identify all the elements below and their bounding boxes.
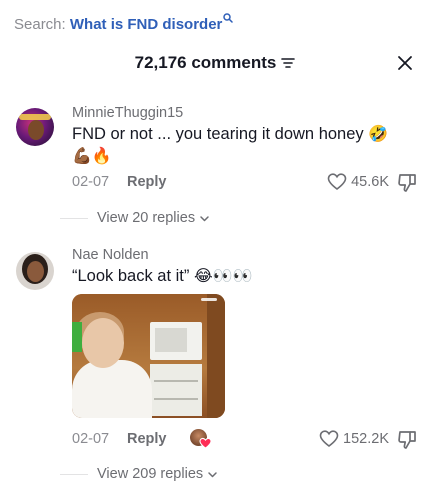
gif-corner-indicator — [201, 298, 217, 301]
creator-liked-badge — [190, 429, 212, 451]
view-replies-button[interactable]: View 209 replies — [60, 466, 218, 482]
comment-date: 02-07 — [72, 431, 110, 447]
reply-button[interactable]: Reply — [127, 431, 167, 447]
comment-text: “Look back at it” 😂👀👀 — [72, 265, 412, 287]
heart-outline-icon[interactable] — [319, 429, 339, 449]
comment-meta: 02-07 Reply 152.2K — [72, 429, 417, 451]
gif-oven-line — [154, 398, 198, 400]
gif-attachment[interactable] — [72, 294, 225, 418]
gif-badge — [72, 322, 82, 352]
like-button[interactable]: 152.2K — [319, 429, 389, 449]
gif-cabinet — [207, 294, 225, 418]
avatar-face — [27, 261, 44, 282]
chevron-down-icon — [208, 471, 217, 477]
heart-filled-icon — [199, 437, 212, 449]
gif-oven — [150, 364, 202, 416]
thumbs-down-icon[interactable] — [397, 429, 417, 451]
gif-oven-line — [154, 380, 198, 382]
gif-person-head — [82, 318, 124, 368]
gif-microwave-window — [155, 328, 187, 352]
comment-item: Nae Nolden “Look back at it” 😂👀👀 02-07 R… — [0, 0, 430, 500]
like-count: 152.2K — [343, 431, 389, 447]
avatar[interactable] — [16, 252, 54, 290]
gif-person-body — [72, 360, 152, 418]
comment-emoji: 😂👀👀 — [193, 266, 253, 285]
divider — [60, 473, 88, 475]
comment-body: “Look back at it” — [72, 267, 190, 285]
view-replies-label: View 209 replies — [97, 466, 204, 482]
comment-username[interactable]: Nae Nolden — [72, 247, 149, 263]
